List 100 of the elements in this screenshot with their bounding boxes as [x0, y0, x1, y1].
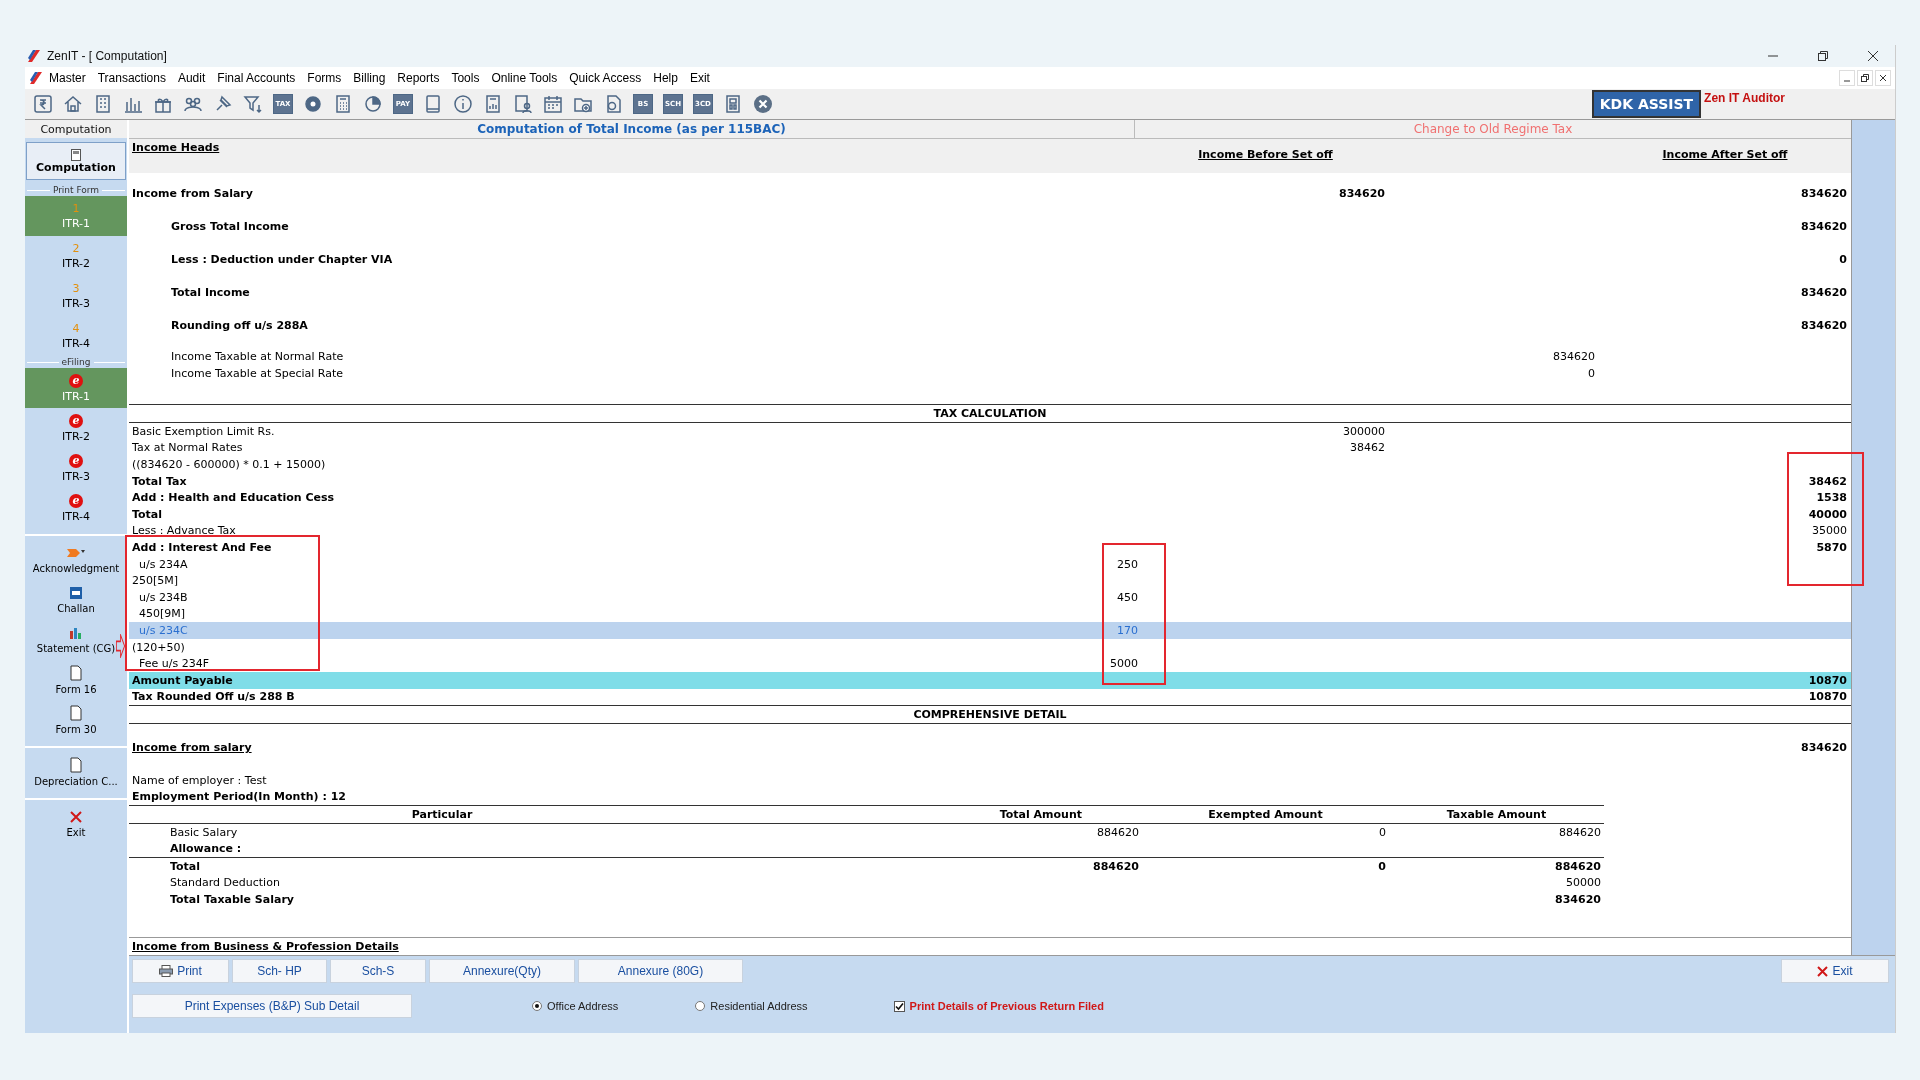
menu-item[interactable]: Transactions — [91, 68, 172, 88]
menu-item[interactable]: Final Accounts — [211, 68, 302, 88]
app-logo-icon — [27, 49, 41, 63]
amount-value: 10870 — [1808, 690, 1847, 704]
sidebar-item[interactable]: Exit — [25, 804, 127, 844]
sidebar-item[interactable]: e ITR-3 — [25, 448, 127, 488]
report-row[interactable]: 250[5M] — [129, 572, 1851, 589]
report-row[interactable]: Amount Payable 10870 — [129, 671, 1851, 689]
table-cell: 0 — [1378, 859, 1386, 873]
sidebar-item[interactable]: 3 ITR-3 — [25, 276, 127, 316]
assist-button[interactable]: KDK ASSIST — [1591, 90, 1702, 118]
sidebar-item[interactable]: e ITR-4 — [25, 488, 127, 528]
column-header: Income After Set off — [1662, 148, 1788, 161]
action-button[interactable]: Print — [132, 959, 229, 983]
sidebar-item[interactable]: e ITR-1 — [25, 368, 127, 408]
menu-item[interactable]: Quick Access — [563, 68, 648, 88]
sidebar-item[interactable]: 4 ITR-4 — [25, 316, 127, 356]
scroll-bar[interactable] — [1851, 120, 1895, 955]
close-icon — [69, 810, 83, 824]
restore-icon — [1817, 50, 1829, 62]
menu-item[interactable]: Tools — [445, 68, 486, 88]
home-icon — [62, 93, 84, 115]
menu-item[interactable]: Exit — [683, 68, 716, 88]
check-icon — [894, 1001, 904, 1011]
row-label: (120+50) — [132, 640, 185, 654]
sidebar-item[interactable]: 2 ITR-2 — [25, 236, 127, 276]
table-cell: Standard Deduction — [170, 876, 280, 890]
sidebar-item[interactable]: Acknowledgment — [25, 540, 127, 580]
section-heading: Income from Business & Profession Details — [132, 940, 399, 953]
radio-button[interactable] — [695, 1001, 706, 1011]
report-row[interactable]: (120+50) — [129, 638, 1851, 656]
amount-value: 1538 — [1816, 491, 1847, 505]
amount-value: 250 — [1117, 557, 1138, 571]
printer-icon — [159, 965, 174, 977]
radio-label: Office Address — [547, 1000, 619, 1012]
checkbox[interactable] — [893, 1000, 905, 1012]
amount-value: 0 — [1588, 367, 1595, 380]
sidebar-item[interactable]: Challan — [25, 580, 127, 620]
menu-item[interactable]: Online Tools — [485, 68, 564, 88]
challan-icon — [69, 586, 83, 600]
report-row[interactable]: Add : Interest And Fee 5870 — [129, 539, 1851, 556]
sidebar-item[interactable]: Form 30 — [25, 700, 127, 740]
row-label: Tax Rounded Off u/s 288 B — [132, 690, 295, 704]
brand-name: Zen IT Auditor — [1704, 91, 1785, 105]
radio-button[interactable] — [532, 1001, 542, 1011]
user-document-icon — [512, 93, 534, 115]
computation-button[interactable]: Computation — [26, 142, 126, 180]
annotation-arrow — [116, 634, 125, 658]
row-label: Gross Total Income — [171, 220, 289, 233]
report-row[interactable]: Tax Rounded Off u/s 288 B 10870 — [129, 688, 1851, 706]
section-title: TAX CALCULATION — [933, 407, 1047, 420]
amount-value: 40000 — [1808, 507, 1847, 521]
pie-chart-icon — [362, 93, 384, 115]
print-expenses-button[interactable]: Print Expenses (B&P) Sub Detail — [132, 994, 412, 1018]
report-row[interactable]: 450[9M] — [129, 605, 1851, 623]
report-row[interactable]: Total 40000 — [129, 505, 1851, 523]
action-button[interactable]: Annexure (80G) — [578, 959, 743, 983]
menu-item[interactable]: Help — [647, 68, 684, 88]
report-row[interactable]: Tax at Normal Rates 38462 — [129, 439, 1851, 457]
amount-value: 5870 — [1816, 540, 1847, 554]
report-row[interactable]: u/s 234B 450 — [129, 588, 1851, 606]
row-label: Amount Payable — [132, 673, 233, 687]
sidebar-item[interactable]: Form 16 — [25, 660, 127, 700]
calculator-icon — [71, 148, 81, 161]
menu-item[interactable]: Audit — [171, 68, 212, 88]
report-row[interactable]: Less : Advance Tax 35000 — [129, 522, 1851, 540]
report-row[interactable]: Total Tax 38462 — [129, 472, 1851, 490]
sidebar-item[interactable]: Statement (CG) — [25, 620, 127, 660]
menu-item[interactable]: Master — [43, 68, 92, 88]
amount-value: 300000 — [1343, 424, 1385, 438]
report-row[interactable]: ((834620 - 600000) * 0.1 + 15000) — [129, 456, 1851, 473]
action-button[interactable]: Sch-S — [330, 959, 426, 983]
menu-item[interactable]: Reports — [391, 68, 446, 88]
sidebar-item[interactable]: e ITR-2 — [25, 408, 127, 448]
report-row[interactable]: Fee u/s 234F 5000 — [129, 655, 1851, 672]
row-label: 250[5M] — [132, 574, 179, 588]
report-row[interactable]: Basic Exemption Limit Rs. 300000 — [129, 423, 1851, 440]
radio-label: Residential Address — [710, 1000, 808, 1012]
table-cell: Total Taxable Salary — [170, 893, 294, 907]
document-icon — [69, 665, 83, 681]
menu-item[interactable]: Billing — [347, 68, 392, 88]
column-header: Exempted Amount — [1208, 808, 1323, 822]
row-label: Total Tax — [132, 474, 187, 488]
table-cell: 50000 — [1566, 876, 1601, 890]
exit-button[interactable]: Exit — [1781, 959, 1889, 983]
group-title: eFiling — [61, 357, 91, 367]
close-icon — [1879, 74, 1887, 82]
sidebar-item[interactable]: Depreciation C... — [25, 752, 127, 792]
restore-button[interactable] — [1857, 70, 1873, 86]
amount-value: 834620 — [1339, 187, 1385, 200]
action-button[interactable]: Sch- HP — [232, 959, 327, 983]
employer-name: Name of employer : Test — [132, 773, 267, 787]
sidebar-tab[interactable]: Computation — [25, 120, 127, 138]
close-button[interactable] — [1875, 70, 1891, 86]
report-row[interactable]: Add : Health and Education Cess 1538 — [129, 489, 1851, 506]
menu-item[interactable]: Forms — [301, 68, 348, 88]
action-button[interactable]: Annexure(Qty) — [429, 959, 575, 983]
section-heading: Income Heads — [132, 141, 220, 154]
report-row[interactable]: u/s 234A 250 — [129, 555, 1851, 573]
close-icon — [1817, 965, 1829, 977]
